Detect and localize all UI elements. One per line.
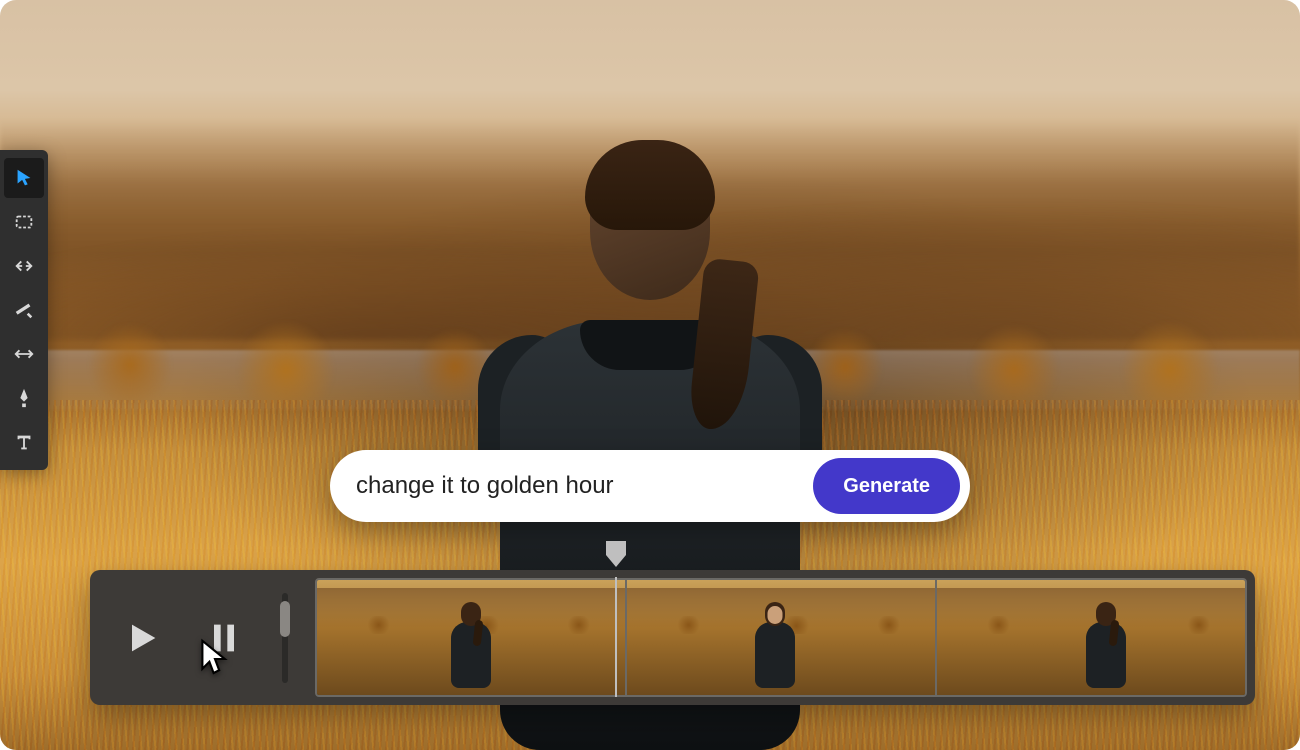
slip-icon [13, 343, 35, 365]
timeline-panel [90, 570, 1255, 705]
timeline-clip-track[interactable] [315, 578, 1247, 697]
cursor-icon [198, 638, 232, 680]
play-button[interactable] [118, 614, 166, 662]
pointer-icon [13, 167, 35, 189]
playhead-icon [605, 540, 627, 570]
timeline-scrollbar[interactable] [282, 593, 288, 683]
playhead[interactable] [605, 540, 627, 570]
mouse-cursor [198, 638, 232, 680]
slip-tool[interactable] [4, 334, 44, 374]
track-select-tool[interactable] [4, 202, 44, 242]
type-tool[interactable] [4, 422, 44, 462]
video-preview-canvas: Generate [0, 0, 1300, 750]
ripple-icon [13, 255, 35, 277]
clip-thumbnail[interactable] [625, 580, 935, 695]
razor-tool[interactable] [4, 290, 44, 330]
play-icon [122, 618, 162, 658]
type-icon [13, 431, 35, 453]
generate-button[interactable]: Generate [813, 458, 960, 514]
selection-tool[interactable] [4, 158, 44, 198]
clip-thumbnail[interactable] [935, 580, 1245, 695]
clip-thumbnail[interactable] [317, 580, 625, 695]
generative-prompt-bar: Generate [330, 450, 970, 522]
pen-icon [13, 387, 35, 409]
razor-icon [13, 299, 35, 321]
tool-panel [0, 150, 48, 470]
pen-tool[interactable] [4, 378, 44, 418]
playhead-line [615, 577, 617, 697]
prompt-input[interactable] [356, 472, 813, 500]
ripple-edit-tool[interactable] [4, 246, 44, 286]
marquee-icon [13, 211, 35, 233]
scrollbar-thumb[interactable] [280, 601, 290, 637]
